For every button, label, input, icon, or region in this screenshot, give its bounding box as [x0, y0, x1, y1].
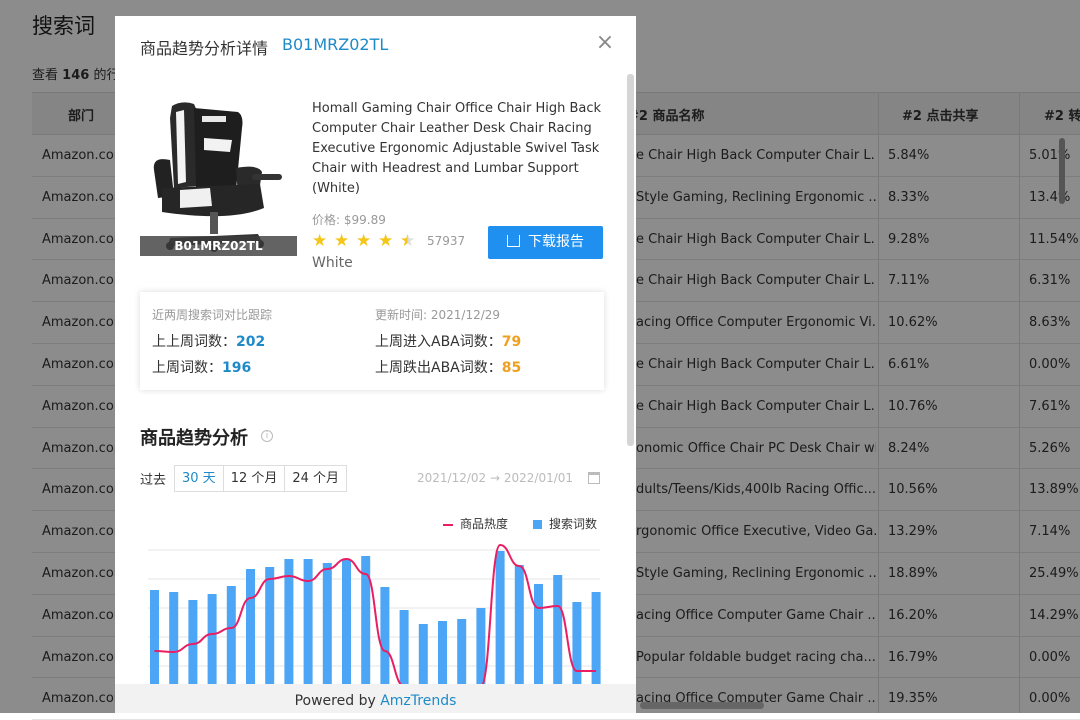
trend-section-title: 商品趋势分析	[140, 428, 248, 449]
vertical-scrollbar[interactable]	[1059, 138, 1065, 204]
bar-search-terms[interactable]	[418, 624, 428, 686]
legend-bar-label[interactable]: 搜索词数	[549, 517, 597, 531]
download-report-button[interactable]: 下载报告	[488, 226, 603, 259]
chart-legend: 商品热度 搜索词数	[443, 515, 597, 532]
trend-chart-svg	[148, 543, 601, 687]
product-name[interactable]: Homall Gaming Chair Office Chair High Ba…	[312, 99, 602, 199]
bar-search-terms[interactable]	[150, 590, 159, 686]
bar-search-terms[interactable]	[380, 587, 390, 686]
bar-search-terms[interactable]	[322, 563, 332, 686]
bar-search-terms[interactable]	[226, 586, 236, 686]
powered-by-footer: Powered by AmzTrends	[115, 684, 636, 713]
bar-search-terms[interactable]	[553, 575, 563, 686]
compare-label: 近两周搜索词对比跟踪	[152, 308, 273, 322]
bar-search-terms[interactable]	[476, 608, 486, 686]
horizontal-scrollbar[interactable]	[640, 702, 764, 709]
bar-search-terms[interactable]	[514, 565, 524, 686]
star-icon: ★	[378, 231, 394, 251]
bar-search-terms[interactable]	[265, 567, 275, 686]
half-star-icon: ★	[400, 231, 416, 251]
legend-line-label[interactable]: 商品热度	[460, 517, 508, 531]
legend-line-swatch	[443, 523, 453, 526]
brand-link[interactable]: AmzTrends	[380, 693, 456, 709]
bar-search-terms[interactable]	[169, 592, 179, 686]
drop-aba-count: 上周跌出ABA词数：85	[375, 360, 522, 376]
trend-chart	[140, 541, 610, 687]
close-icon[interactable]: ×	[595, 32, 615, 54]
product-image[interactable]	[140, 98, 297, 256]
bar-search-terms[interactable]	[457, 619, 467, 686]
range-tabs: 30 天 12 个月 24 个月	[174, 465, 348, 492]
bar-search-terms[interactable]	[342, 559, 351, 686]
prev-prev-week-count: 上上周词数：202	[152, 334, 266, 350]
star-icon: ★	[312, 231, 328, 251]
bar-search-terms[interactable]	[438, 621, 447, 686]
modal-title: 商品趋势分析详情	[140, 39, 269, 58]
range-label: 过去	[140, 473, 167, 488]
bar-search-terms[interactable]	[399, 610, 409, 686]
calendar-icon[interactable]	[588, 472, 600, 484]
enter-aba-count: 上周进入ABA词数：79	[375, 334, 522, 350]
line-product-heat[interactable]	[154, 543, 597, 687]
download-icon	[507, 235, 520, 247]
bar-search-terms[interactable]	[207, 594, 217, 686]
tab-30-days[interactable]: 30 天	[175, 466, 224, 491]
review-count: 57937	[427, 234, 466, 248]
date-range-picker[interactable]: 2021/12/02 → 2022/01/01	[417, 471, 573, 485]
bar-search-terms[interactable]	[284, 559, 294, 686]
modal-header: 商品趋势分析详情 B01MRZ02TL ×	[115, 16, 636, 74]
gaming-chair-image	[140, 98, 297, 256]
bar-search-terms[interactable]	[495, 551, 505, 686]
info-icon[interactable]: i	[261, 430, 273, 442]
bar-search-terms[interactable]	[303, 559, 313, 686]
product-price: 价格: $99.89	[312, 213, 386, 227]
legend-bar-swatch	[533, 520, 543, 529]
product-variant: White	[312, 255, 353, 271]
star-icon: ★	[334, 231, 350, 251]
search-term-compare-card: 近两周搜索词对比跟踪 更新时间: 2021/12/29 上上周词数：202 上周…	[140, 292, 604, 390]
bar-search-terms[interactable]	[572, 602, 582, 686]
product-trend-modal: 商品趋势分析详情 B01MRZ02TL × B01MRZ02TL Homall …	[115, 16, 636, 713]
modal-scrollbar[interactable]	[627, 74, 634, 446]
modal-asin[interactable]: B01MRZ02TL	[282, 35, 388, 54]
prev-week-count: 上周词数：196	[152, 360, 252, 376]
bar-search-terms[interactable]	[246, 569, 255, 686]
tab-24-months[interactable]: 24 个月	[285, 466, 346, 491]
product-image-asin-label: B01MRZ02TL	[140, 236, 297, 256]
star-icon: ★	[356, 231, 372, 251]
bar-search-terms[interactable]	[534, 584, 543, 686]
tab-12-months[interactable]: 12 个月	[224, 466, 286, 491]
updated-time: 更新时间: 2021/12/29	[375, 308, 501, 322]
